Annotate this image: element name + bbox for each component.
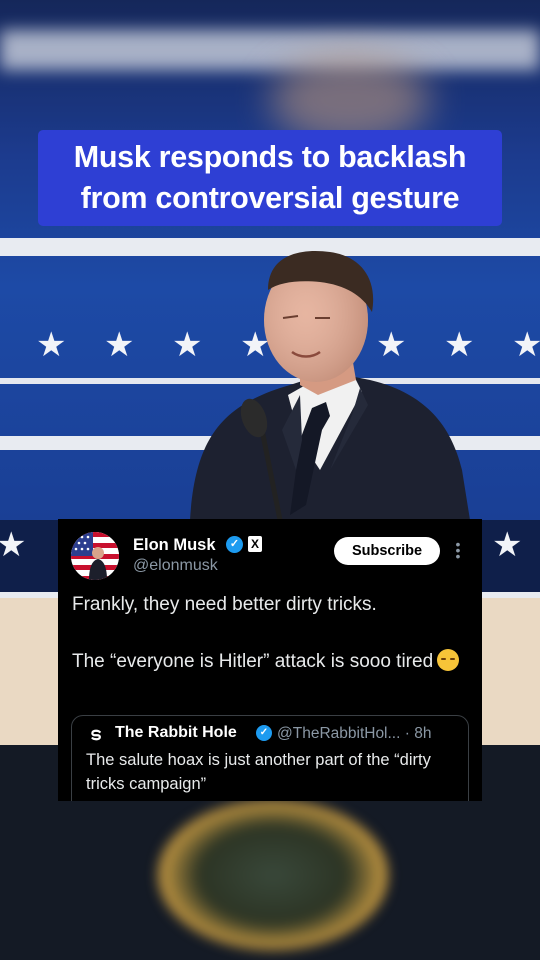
author-name[interactable]: Elon Musk: [133, 536, 216, 555]
speaker-figure: [190, 250, 470, 521]
presidential-seal: [158, 800, 388, 950]
quoted-verified-badge-icon: ✓: [256, 725, 272, 741]
quoted-author-name: The Rabbit Hole: [115, 724, 237, 741]
rabbit-logo-icon: ട: [90, 724, 101, 744]
tweet-text-line-2: The “everyone is Hitler” attack is sooo …: [72, 649, 467, 675]
more-options-icon[interactable]: • • •: [455, 537, 461, 563]
quoted-tweet[interactable]: ട The Rabbit Hole ✓ @TheRabbitHol... · 8…: [71, 715, 469, 801]
flag-avatar-icon: [71, 532, 119, 580]
headline-caption: Musk responds to backlash from controver…: [38, 130, 502, 226]
author-avatar[interactable]: [71, 532, 119, 580]
sleeping-face-emoji-icon: [437, 649, 460, 671]
tweet-text-line-1: Frankly, they need better dirty tricks.: [72, 594, 377, 615]
tweet-card: Elon Musk ✓ X @elonmusk Subscribe • • • Fr…: [58, 519, 482, 801]
headline-line-1: Musk responds to backlash: [73, 140, 467, 174]
quoted-author-handle: @TheRabbitHol... · 8h: [277, 725, 432, 742]
subscribe-button[interactable]: Subscribe: [334, 537, 440, 565]
quoted-tweet-text: The salute hoax is just another part of …: [86, 751, 431, 793]
author-handle[interactable]: @elonmusk: [133, 557, 218, 575]
x-affiliate-icon: X: [248, 536, 262, 552]
verified-badge-icon: ✓: [226, 536, 243, 553]
quoted-timestamp: · 8h: [404, 725, 432, 742]
headline-line-2: from controversial gesture: [80, 181, 460, 215]
